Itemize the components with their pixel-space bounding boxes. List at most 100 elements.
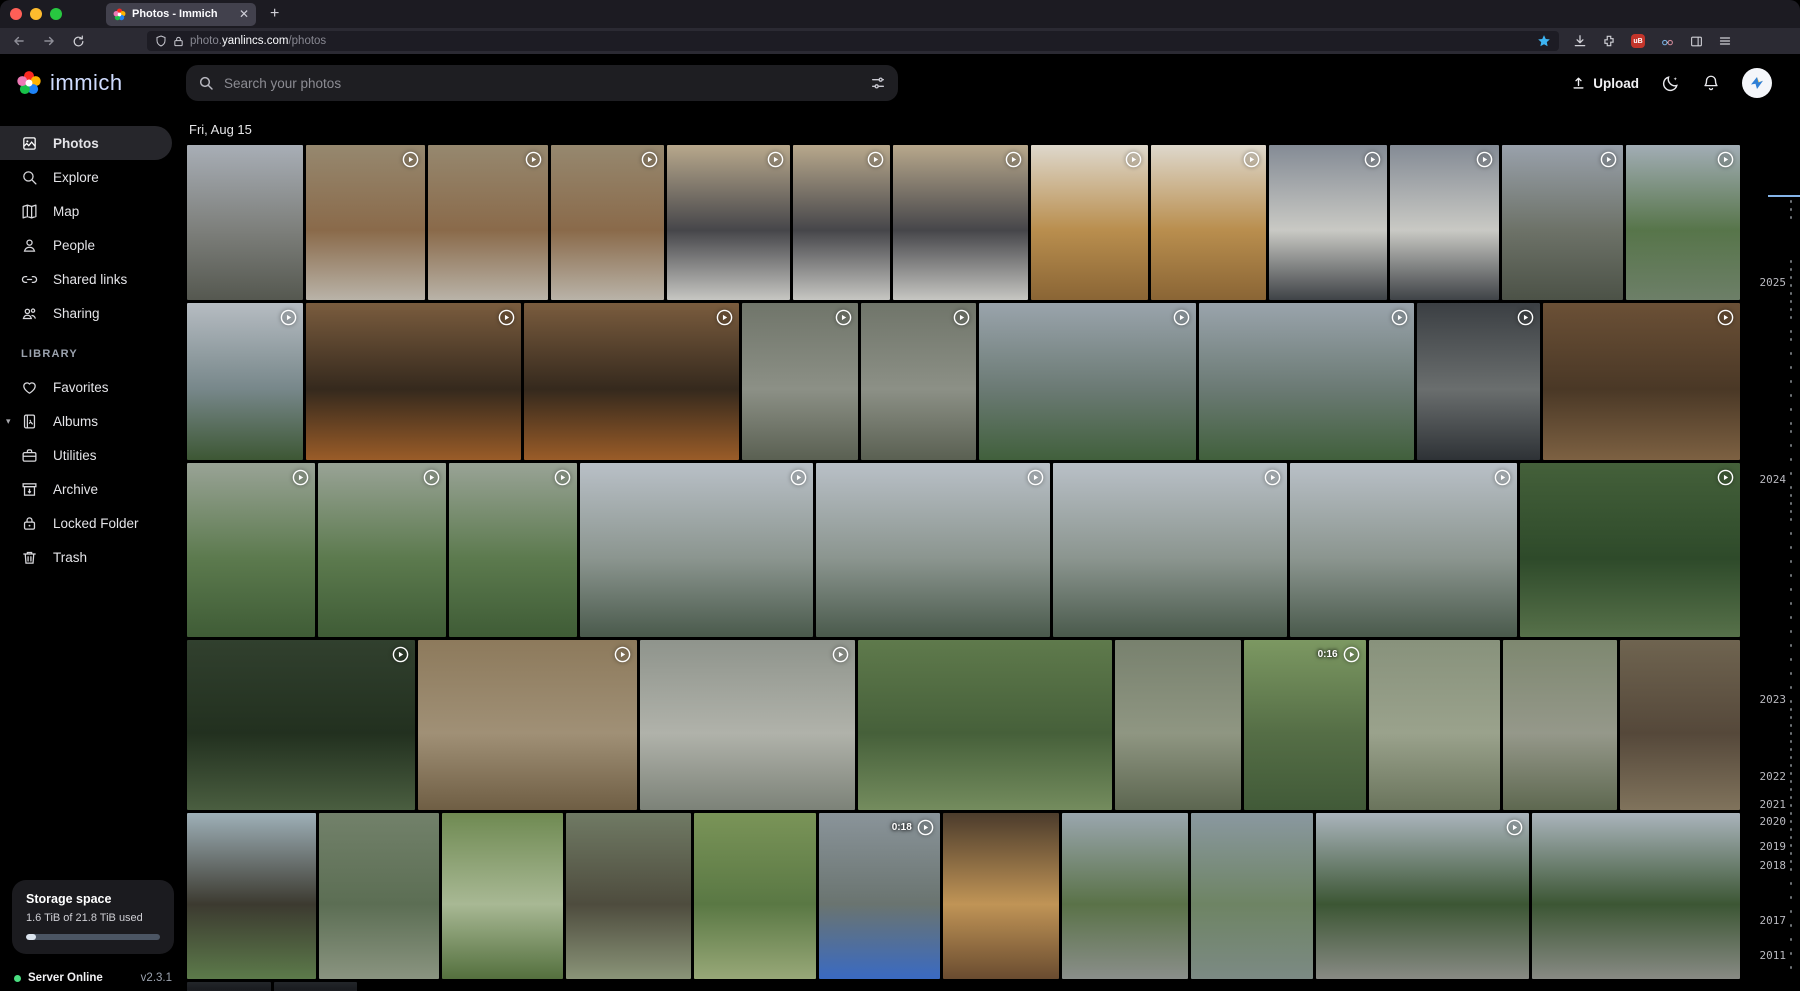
photo-tile[interactable] [360,982,1740,991]
scrubber-year-label[interactable]: 2020 [1760,815,1787,828]
photo-tile[interactable] [442,813,563,979]
photo-tile[interactable] [979,303,1196,460]
user-avatar[interactable] [1742,68,1772,98]
scrubber-year-label[interactable]: 2017 [1760,914,1787,927]
photo-tile[interactable] [566,813,692,979]
photo-tile[interactable] [1191,813,1313,979]
photo-tile[interactable] [274,982,358,991]
sidebar-item-trash[interactable]: Trash [0,540,186,574]
photo-tile[interactable]: 0:18 [819,813,940,979]
photo-tile[interactable] [667,145,790,300]
server-version[interactable]: v2.3.1 [141,972,172,984]
photo-tile[interactable] [306,303,521,460]
photo-tile[interactable]: 0:16 [1244,640,1366,810]
photo-tile[interactable] [1199,303,1414,460]
minimize-window-button[interactable] [30,8,42,20]
lock-icon[interactable] [173,36,184,47]
scrubber-year-label[interactable]: 2025 [1760,276,1787,289]
photo-tile[interactable] [1062,813,1188,979]
forward-icon[interactable] [42,34,56,48]
photo-tile[interactable] [1620,640,1740,810]
chevron-down-icon[interactable]: ▾ [6,416,11,427]
close-window-button[interactable] [10,8,22,20]
photo-tile[interactable] [418,640,637,810]
macos-traffic-lights[interactable] [0,8,76,20]
photo-tile[interactable] [187,813,316,979]
theme-moon-icon[interactable] [1661,74,1680,93]
extension-glasses-icon[interactable] [1660,35,1675,48]
photo-tile[interactable] [1390,145,1498,300]
maximize-window-button[interactable] [50,8,62,20]
browser-tab[interactable]: Photos - Immich ✕ [106,3,256,26]
photo-tile[interactable] [428,145,547,300]
sidebar-item-map[interactable]: Map [0,194,186,228]
photo-tile[interactable] [943,813,1060,979]
scrubber-year-label[interactable]: 2021 [1760,798,1787,811]
photo-tile[interactable] [551,145,664,300]
photo-tile[interactable] [1151,145,1266,300]
tab-close-icon[interactable]: ✕ [239,7,249,21]
menu-hamburger-icon[interactable] [1718,35,1732,47]
bookmark-star-icon[interactable] [1537,34,1551,48]
sidebar-item-archive[interactable]: Archive [0,472,186,506]
back-icon[interactable] [12,34,26,48]
photo-tile[interactable] [694,813,816,979]
photo-tile[interactable] [319,813,440,979]
photo-tile[interactable] [1316,813,1530,979]
sidebar-item-locked-folder[interactable]: Locked Folder [0,506,186,540]
photo-tile[interactable] [1031,145,1148,300]
photo-tile[interactable] [524,303,739,460]
upload-button[interactable]: Upload [1571,76,1639,91]
notifications-bell-icon[interactable] [1702,74,1720,92]
photo-tile[interactable] [816,463,1050,637]
sidebar-item-photos[interactable]: Photos [0,126,172,160]
photo-tile[interactable] [580,463,814,637]
photo-tile[interactable] [1543,303,1740,460]
ublock-extension-icon[interactable]: uB [1631,34,1645,48]
photo-tile[interactable] [306,145,425,300]
scrubber-year-label[interactable]: 2022 [1760,770,1787,783]
reload-icon[interactable] [72,35,85,48]
extension-puzzle-icon[interactable] [1602,34,1616,48]
search-filter-icon[interactable] [870,75,886,91]
photo-tile[interactable] [449,463,577,637]
sidebar-item-albums[interactable]: ▾ Albums [0,404,186,438]
timeline-scrubber[interactable]: 2025202420232022202120202019201820172011 [1740,112,1800,991]
photo-tile[interactable] [187,303,303,460]
sidebar-item-sharing[interactable]: Sharing [0,296,186,330]
photo-tile[interactable] [1502,145,1623,300]
photo-tile[interactable] [1520,463,1740,637]
sidebar-item-utilities[interactable]: Utilities [0,438,186,472]
sidebar-panel-icon[interactable] [1690,35,1703,48]
sidebar-item-explore[interactable]: Explore [0,160,186,194]
photo-tile[interactable] [1503,640,1617,810]
photo-tile[interactable] [1369,640,1501,810]
photo-tile[interactable] [858,640,1113,810]
photo-tile[interactable] [187,982,271,991]
sidebar-item-shared-links[interactable]: Shared links [0,262,186,296]
scrubber-year-label[interactable]: 2011 [1760,949,1787,962]
photo-tile[interactable] [793,145,890,300]
photo-tile[interactable] [187,145,303,300]
downloads-icon[interactable] [1573,34,1587,48]
new-tab-button[interactable]: + [270,5,279,23]
photo-tile[interactable] [640,640,855,810]
scrubber-year-label[interactable]: 2024 [1760,473,1787,486]
scrubber-year-label[interactable]: 2018 [1760,859,1787,872]
photo-tile[interactable] [742,303,857,460]
sidebar-item-people[interactable]: People [0,228,186,262]
scrubber-year-label[interactable]: 2019 [1760,840,1787,853]
url-bar[interactable]: photo.yanlincs.com/photos [147,31,1559,51]
photo-tile[interactable] [1290,463,1518,637]
photo-tile[interactable] [187,640,415,810]
search-bar[interactable] [186,65,898,101]
search-input[interactable] [224,76,860,91]
photo-tile[interactable] [1269,145,1387,300]
sidebar-item-favorites[interactable]: Favorites [0,370,186,404]
scrubber-position-indicator[interactable] [1768,195,1800,197]
photo-tile[interactable] [1532,813,1740,979]
tracking-shield-icon[interactable] [155,35,167,47]
photo-tile[interactable] [893,145,1027,300]
photo-tile[interactable] [318,463,446,637]
photo-tile[interactable] [1053,463,1287,637]
